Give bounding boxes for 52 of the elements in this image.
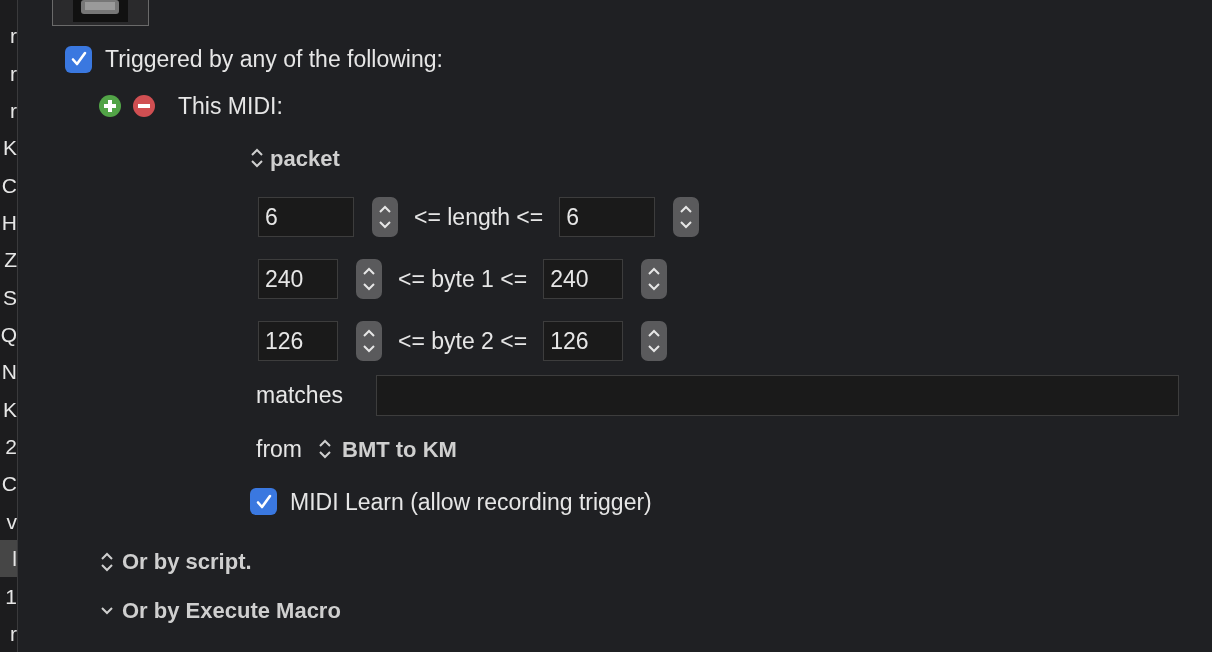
list-item[interactable]: S [0, 278, 17, 316]
section-toggle[interactable]: Or by script. [100, 545, 1212, 578]
list-item[interactable]: r [0, 17, 17, 55]
list-item[interactable]: C [0, 465, 17, 503]
from-label: from [256, 435, 302, 464]
checkmark-icon [254, 492, 273, 511]
number-field[interactable]: 6 [258, 197, 354, 237]
range-label: <= byte 2 <= [398, 326, 528, 356]
checkbox[interactable] [250, 488, 277, 516]
image-well[interactable] [52, 0, 149, 26]
list-item[interactable]: r [0, 91, 17, 130]
stepper[interactable] [372, 197, 398, 237]
number-field[interactable]: 126 [258, 321, 338, 361]
section-label: This MIDI: [178, 91, 283, 121]
section-toggle[interactable]: Or by Execute Macro [100, 594, 1212, 627]
stepper[interactable] [356, 321, 382, 361]
type-popup[interactable]: packet [250, 143, 1212, 173]
list-item[interactable]: r [0, 54, 17, 92]
stepper[interactable] [673, 197, 700, 237]
list-item[interactable]: l [0, 540, 17, 578]
matches-label: matches [256, 381, 344, 411]
chevron-down-icon [100, 605, 114, 616]
number-field[interactable]: 126 [543, 321, 624, 361]
stepper[interactable] [356, 259, 382, 299]
list-item[interactable]: Z [0, 241, 17, 279]
add-icon[interactable] [98, 93, 122, 118]
list-item[interactable]: K [0, 390, 17, 428]
up-down-icon [318, 438, 332, 461]
list-item[interactable]: 2 [0, 427, 17, 466]
list-item[interactable]: v [0, 502, 17, 541]
list-item[interactable]: C [0, 166, 17, 204]
up-down-icon [100, 550, 114, 573]
matches-field[interactable] [376, 375, 1179, 416]
number-field[interactable]: 6 [559, 197, 656, 237]
remove-icon[interactable] [132, 93, 156, 118]
up-down-icon [250, 147, 264, 169]
range-label: <= length <= [414, 202, 544, 232]
list-item[interactable]: N [0, 353, 17, 391]
list-item[interactable]: Q [0, 315, 17, 354]
checkbox-label: MIDI Learn (allow recording trigger) [290, 487, 652, 517]
checkbox[interactable] [65, 45, 92, 73]
number-field[interactable]: 240 [258, 259, 338, 299]
list-item[interactable]: H [0, 203, 17, 242]
list-item[interactable]: 1 [0, 577, 17, 615]
source-popup[interactable]: BMT to KM [318, 432, 457, 466]
list-item[interactable]: K [0, 129, 17, 167]
stepper[interactable] [641, 259, 668, 299]
list-item[interactable]: r [0, 614, 17, 652]
number-field[interactable]: 240 [543, 259, 624, 299]
trigger-label: Triggered by any of the following: [105, 45, 443, 74]
stepper[interactable] [641, 321, 668, 361]
range-label: <= byte 1 <= [398, 264, 528, 294]
